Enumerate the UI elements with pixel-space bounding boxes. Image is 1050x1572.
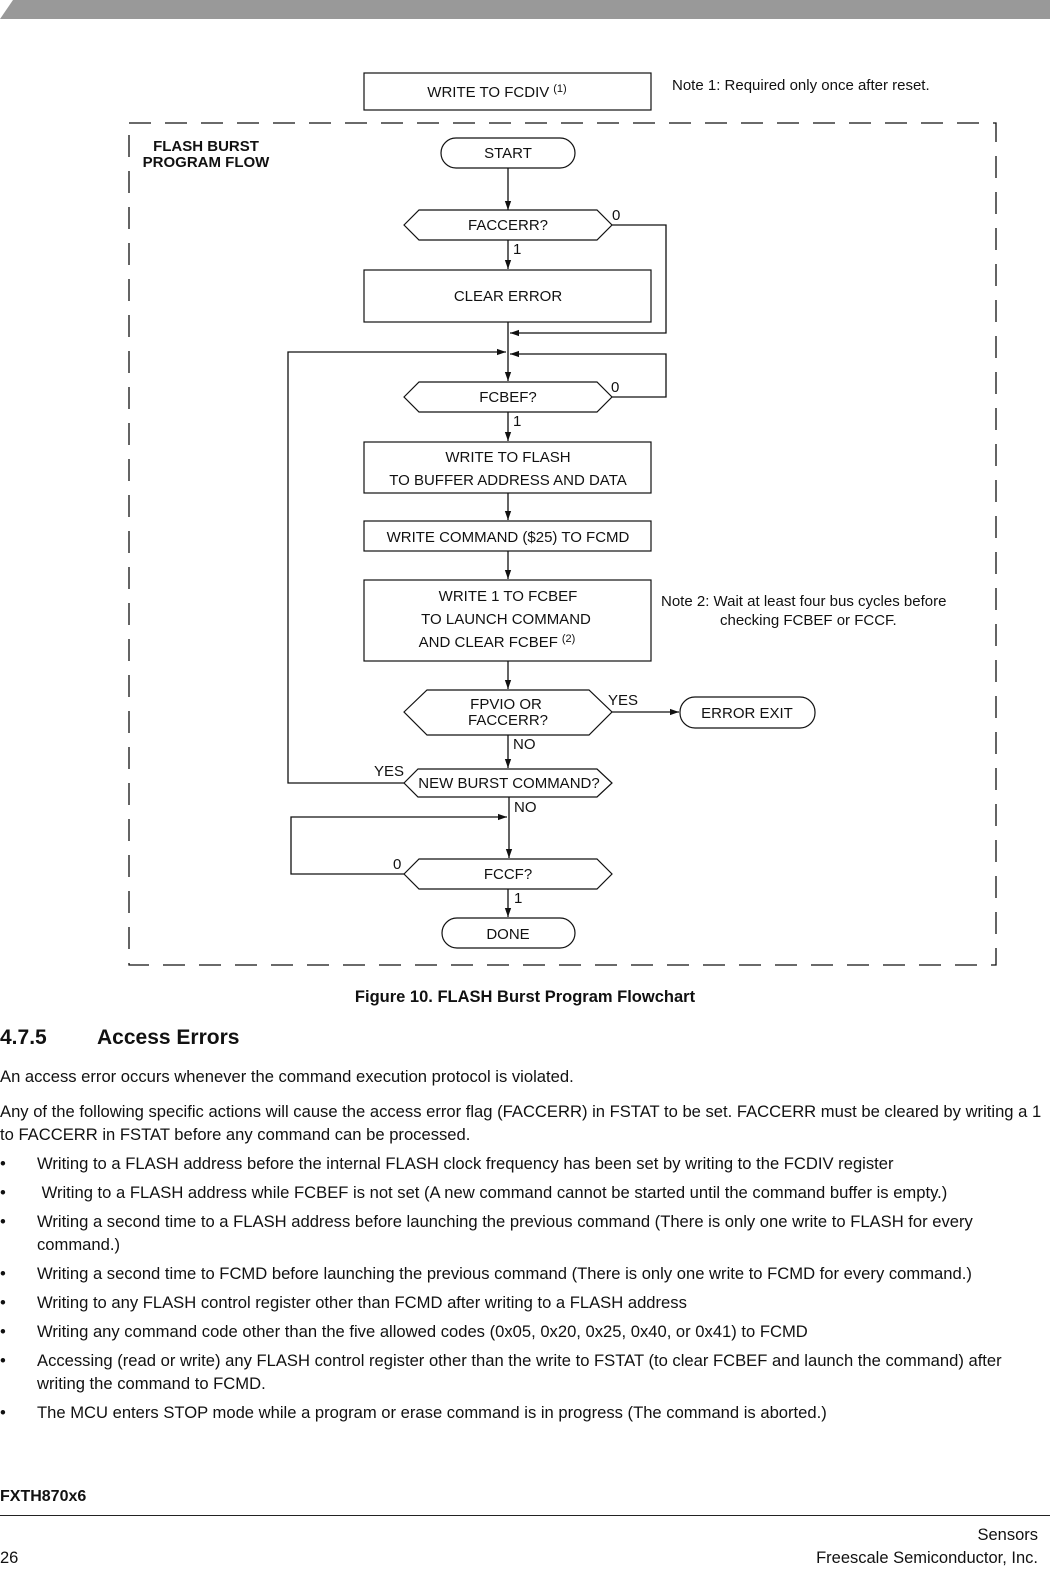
list-item-text: The MCU enters STOP mode while a program… xyxy=(37,1403,827,1422)
fccf-branch-1: 1 xyxy=(514,890,522,907)
paragraph-actions: Any of the following specific actions wi… xyxy=(0,1102,1042,1144)
list-item: • Writing any command code other than the… xyxy=(0,1320,1048,1343)
fpvio-line1: FPVIO OR xyxy=(470,696,542,713)
new-burst-decision: NEW BURST COMMAND? xyxy=(403,768,613,798)
list-item-text: Accessing (read or write) any FLASH cont… xyxy=(37,1351,1002,1393)
bullet-icon: • xyxy=(0,1293,6,1312)
footnote-ref-2: (2) xyxy=(562,633,575,645)
start-terminal: START xyxy=(440,137,576,169)
bullet-icon: • xyxy=(0,1212,6,1231)
list-item-text: Writing to a FLASH address before the in… xyxy=(37,1154,894,1173)
footer-page-number: 26 xyxy=(0,1549,19,1567)
clear-error-box: CLEAR ERROR xyxy=(363,269,652,323)
write-flash-line2: TO BUFFER ADDRESS AND DATA xyxy=(389,472,627,489)
flash-burst-flowchart: WRITE TO FCDIV (1) Note 1: Required only … xyxy=(128,72,997,966)
footer-divider xyxy=(0,1515,1050,1516)
list-item: • Writing to any FLASH control register o… xyxy=(0,1291,1048,1314)
footnote-ref-1: (1) xyxy=(553,83,566,95)
new-burst-branch-no: NO xyxy=(514,799,537,816)
svg-text:WRITE TO FCDIV(1): WRITE TO FCDIV (1) xyxy=(427,83,566,101)
figure-caption: Figure 10. FLASH Burst Program Flowchart xyxy=(354,988,696,1006)
list-item: • Writing to a FLASH address while FCBEF… xyxy=(0,1181,1048,1204)
fcbef-branch-0: 0 xyxy=(611,379,619,396)
write-command-box: WRITE COMMAND ($25) TO FCMD xyxy=(363,520,652,552)
launch-line3: AND CLEAR FCBEF xyxy=(419,634,558,651)
bullet-icon: • xyxy=(0,1403,6,1422)
footer-category: Sensors xyxy=(977,1526,1038,1544)
section-number: 4.7.5 xyxy=(0,1026,47,1049)
section-title: Access Errors xyxy=(97,1026,240,1049)
list-item: • The MCU enters STOP mode while a progra… xyxy=(0,1401,1048,1424)
list-item-text: Writing to any FLASH control register ot… xyxy=(37,1293,687,1312)
done-label: DONE xyxy=(486,926,529,943)
bullet-icon: • xyxy=(0,1154,6,1173)
note-1: Note 1: Required only once after reset. xyxy=(672,77,930,94)
write-flash-box: WRITE TO FLASH TO BUFFER ADDRESS AND DAT… xyxy=(363,441,652,494)
list-item: • Accessing (read or write) any FLASH con… xyxy=(0,1349,1048,1395)
fccf-decision: FCCF? xyxy=(403,858,613,890)
note-2-line2: checking FCBEF or FCCF. xyxy=(720,612,897,629)
start-label: START xyxy=(484,145,532,162)
note-2-line1: Note 2: Wait at least four bus cycles be… xyxy=(661,593,946,610)
footer-company: Freescale Semiconductor, Inc. xyxy=(816,1549,1038,1567)
write-fcdiv-label: WRITE TO FCDIV xyxy=(427,84,549,101)
list-item: • Writing a second time to FCMD before la… xyxy=(0,1262,1048,1285)
access-error-list: • Writing to a FLASH address before the i… xyxy=(0,1152,1048,1430)
fcbef-branch-1: 1 xyxy=(513,413,521,430)
error-exit-label: ERROR EXIT xyxy=(701,705,793,722)
faccerr-branch-0: 0 xyxy=(612,207,620,224)
bullet-icon: • xyxy=(0,1183,6,1202)
fccf-label: FCCF? xyxy=(484,866,532,883)
faccerr-branch-1: 1 xyxy=(513,241,521,258)
list-item: • Writing to a FLASH address before the i… xyxy=(0,1152,1048,1175)
list-item: • Writing a second time to a FLASH addres… xyxy=(0,1210,1048,1256)
footer-document-id: FXTH870x6 xyxy=(0,1488,87,1505)
list-item-text: Writing any command code other than the … xyxy=(37,1322,808,1341)
fpvio-branch-no: NO xyxy=(513,736,536,753)
launch-line1: WRITE 1 TO FCBEF xyxy=(439,588,578,605)
paragraph-intro: An access error occurs whenever the comm… xyxy=(0,1067,574,1086)
arrow-faccerr-no-bypass xyxy=(510,224,667,337)
fpvio-faccerr-decision: FPVIO OR FACCERR? xyxy=(403,689,613,736)
fcbef-label: FCBEF? xyxy=(479,389,537,406)
faccerr-decision: FACCERR? xyxy=(403,209,613,241)
done-terminal: DONE xyxy=(441,917,576,949)
error-exit-terminal: ERROR EXIT xyxy=(679,696,816,729)
write-fcdiv-box: WRITE TO FCDIV (1) xyxy=(363,72,652,111)
group-label-line1: FLASH BURST xyxy=(153,138,259,155)
section-heading: 4.7.5 Access Errors xyxy=(0,1026,239,1050)
fpvio-line2: FACCERR? xyxy=(468,712,548,729)
svg-text:AND CLEAR FCBEF(2): AND CLEAR FCBEF (2) xyxy=(419,633,576,651)
faccerr-label: FACCERR? xyxy=(468,217,548,234)
fccf-branch-0: 0 xyxy=(393,856,401,873)
bullet-icon: • xyxy=(0,1351,6,1370)
bullet-icon: • xyxy=(0,1322,6,1341)
list-item-text: Writing a second time to FCMD before lau… xyxy=(37,1264,972,1283)
fcbef-decision: FCBEF? xyxy=(403,381,613,413)
write-command-label: WRITE COMMAND ($25) TO FCMD xyxy=(387,529,630,546)
clear-error-label: CLEAR ERROR xyxy=(454,288,563,305)
fpvio-branch-yes: YES xyxy=(608,692,638,709)
write-flash-line1: WRITE TO FLASH xyxy=(445,449,570,466)
launch-command-box: WRITE 1 TO FCBEF TO LAUNCH COMMAND AND C… xyxy=(363,579,652,662)
group-label-line2: PROGRAM FLOW xyxy=(143,154,270,171)
new-burst-branch-yes: YES xyxy=(374,763,404,780)
list-item-text: Writing a second time to a FLASH address… xyxy=(37,1212,973,1254)
launch-line2: TO LAUNCH COMMAND xyxy=(421,611,591,628)
new-burst-label: NEW BURST COMMAND? xyxy=(418,775,599,792)
bullet-icon: • xyxy=(0,1264,6,1283)
list-item-text: Writing to a FLASH address while FCBEF i… xyxy=(37,1183,948,1202)
